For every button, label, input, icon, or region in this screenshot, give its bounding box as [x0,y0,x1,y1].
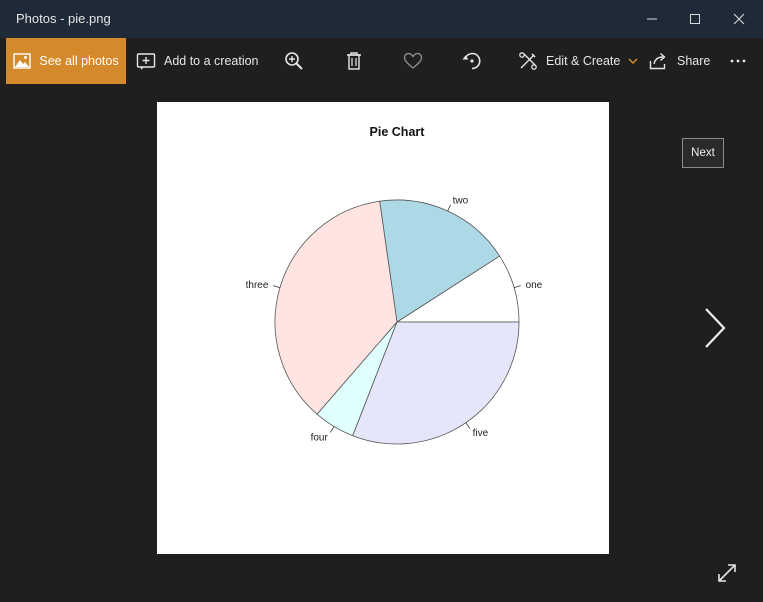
next-photo-button[interactable] [700,306,730,355]
pie-label-tick [447,204,451,212]
maximize-icon [690,14,700,24]
window-title: Photos - pie.png [16,11,111,26]
share-label: Share [677,54,711,68]
see-all-photos-button[interactable]: See all photos [6,38,126,84]
edit-create-label: Edit & Create [546,54,621,68]
fullscreen-button[interactable] [716,562,738,589]
delete-button[interactable] [345,38,363,84]
chart-title: Pie Chart [370,125,426,139]
add-to-creation-button[interactable]: Add to a creation [136,38,259,84]
expand-icon [718,564,736,582]
toolbar: See all photos Add to a creation Edit & … [0,38,763,84]
heart-icon [403,52,423,69]
pie-chart: Pie Chart one two three four five [246,125,543,445]
zoom-in-icon [285,52,303,70]
rotate-icon [462,52,481,70]
chevron-right-icon [705,308,726,348]
edit-create-icon [519,52,537,70]
photo-canvas: Pie Chart one two three four five [157,102,609,554]
pie-label-tick [513,285,521,289]
close-button[interactable] [716,0,762,38]
pie-label-four: four [311,432,329,443]
minimize-button[interactable] [629,0,675,38]
more-options-button[interactable] [729,38,747,84]
pie-label-tick [330,426,335,433]
next-tooltip: Next [682,138,724,168]
pie-label-two: two [453,196,469,207]
photo-icon [13,53,32,69]
rotate-button[interactable] [461,38,483,84]
chevron-down-icon [628,58,638,65]
photo-viewer: Pie Chart one two three four five Next [0,84,763,602]
share-icon [649,52,666,70]
share-button[interactable]: Share [649,38,710,84]
pie-label-tick [273,285,281,289]
add-to-creation-icon [136,53,156,70]
add-to-creation-label: Add to a creation [164,54,259,68]
pie-label-three: three [246,280,269,291]
title-bar: Photos - pie.png [0,0,763,38]
delete-icon [347,52,361,70]
maximize-button[interactable] [672,0,718,38]
favorite-button[interactable] [403,38,423,84]
pie-label-five: five [473,428,489,439]
close-icon [733,13,745,25]
zoom-in-button[interactable] [284,38,304,84]
pie-label-one: one [526,280,543,291]
pie-label-tick [465,422,471,429]
see-all-photos-label: See all photos [39,54,119,68]
edit-create-button[interactable]: Edit & Create [518,38,638,84]
more-icon [730,59,746,63]
minimize-icon [647,18,657,20]
